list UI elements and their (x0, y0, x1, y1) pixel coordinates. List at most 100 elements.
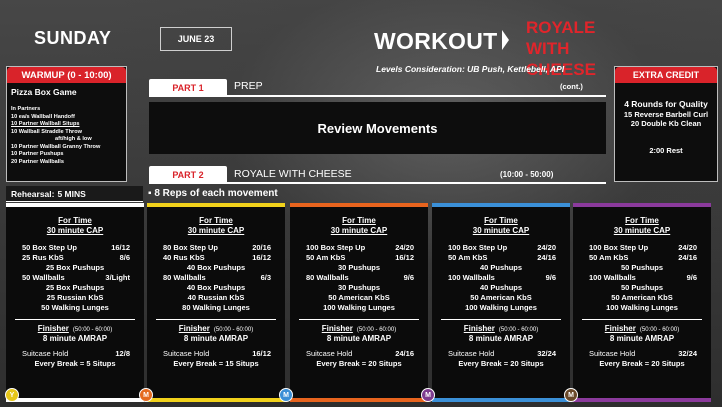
exercise-weight: 16/12 (395, 253, 414, 262)
exercise-row: 100 Box Step Up 24/20 (573, 243, 711, 253)
extra-credit-line: 20 Double Kb Clean (630, 119, 702, 128)
exercise-name: 50 American KbS (611, 293, 673, 302)
exercise-row: 100 Walking Lunges (432, 303, 570, 313)
warmup-line: aft/high & low (55, 136, 92, 142)
suitcase-block: Suitcase Hold 24/16 Every Break = 20 Situ… (290, 349, 428, 369)
exercise-name: 50 Am KbS (306, 253, 346, 262)
finisher-heading: Finisher (50:00 - 60:00) (573, 324, 711, 333)
break-penalty: Every Break = 20 Situps (599, 359, 685, 368)
exercise-list: 100 Box Step Up 24/20 50 Am KbS 24/16 50 Pus… (573, 243, 711, 313)
exercise-weight: 24/16 (537, 253, 556, 262)
exercise-row: 40 Russian KbS (147, 293, 285, 303)
finisher-heading: Finisher (50:00 - 60:00) (147, 324, 285, 333)
break-penalty: Every Break = 5 Situps (34, 359, 116, 368)
finisher-label: Finisher (604, 324, 636, 333)
exercise-list: 100 Box Step Up 24/20 50 Am KbS 24/16 40 Pus… (432, 243, 570, 313)
suitcase-block: Suitcase Hold 16/12 Every Break = 15 Situ… (147, 349, 285, 369)
column-title: For Time (199, 216, 233, 225)
exercise-list: 50 Box Step Up 16/12 25 Rus KbS 8/6 25 Box P… (6, 243, 144, 313)
warmup-line: 10 ea/s Wallball Handoff (11, 113, 75, 120)
exercise-name: 40 Box Pushups (186, 263, 246, 272)
exercise-name: 50 Box Step Up (22, 243, 78, 252)
exercise-row: 80 Wallballs 9/6 (290, 273, 428, 283)
exercise-name: 40 Pushups (479, 263, 523, 272)
exercise-name: 100 Walking Lunges (323, 303, 395, 312)
finisher-time: (50:00 - 60:00) (356, 327, 397, 333)
exercise-name: 25 Box Pushups (45, 263, 105, 272)
column-bottom-bar (290, 398, 428, 402)
exercise-name: 100 Box Step Up (448, 243, 508, 252)
exercise-weight: 9/6 (686, 273, 697, 282)
day-title: SUNDAY (34, 28, 112, 48)
extra-credit-rest: 2:00 Rest (649, 146, 683, 155)
levels-consideration: Levels Consideration: UB Push, Kettlebel… (376, 64, 565, 74)
level-column: For Time 30 minute CAP 80 Box Step Up 20/… (147, 203, 285, 402)
extra-credit-panel: EXTRA CREDIT 4 Rounds for Quality 15 Rev… (614, 66, 718, 182)
warmup-line: 10 Partner Wallball Granny Throw (11, 143, 101, 150)
part1-tab: PART 1 (149, 79, 227, 96)
part2-label: ROYALE WITH CHEESE (234, 168, 352, 180)
exercise-row: 25 Box Pushups (6, 263, 144, 273)
extra-credit-tab: EXTRA CREDIT (615, 67, 717, 83)
finisher-divider (582, 319, 702, 320)
exercise-row: 100 Box Step Up 24/20 (290, 243, 428, 253)
exercise-weight: 24/16 (678, 253, 697, 262)
suitcase-label: Suitcase Hold (163, 349, 210, 358)
exercise-row: 100 Box Step Up 24/20 (432, 243, 570, 253)
exercise-weight: 20/16 (252, 243, 271, 252)
finisher-amrap: 8 minute AMRAP (326, 334, 392, 343)
extra-credit-body: 4 Rounds for Quality 15 Reverse Barbell … (615, 99, 717, 155)
finisher-label: Finisher (321, 324, 353, 333)
column-bottom-bar (147, 398, 285, 402)
break-penalty: Every Break = 20 Situps (316, 359, 402, 368)
exercise-name: 100 Walking Lunges (606, 303, 678, 312)
column-cap: 30 minute CAP (187, 226, 245, 235)
exercise-name: 50 American KbS (470, 293, 532, 302)
exercise-name: 30 Pushups (337, 283, 381, 292)
exercise-list: 100 Box Step Up 24/20 50 Am KbS 16/12 30 Pus… (290, 243, 428, 313)
finisher-time: (50:00 - 60:00) (72, 327, 113, 333)
warmup-list: In Partners 10 ea/s Wallball Handoff 10 … (11, 106, 126, 166)
exercise-row: 50 American KbS (573, 293, 711, 303)
finisher-time: (50:00 - 60:00) (498, 327, 539, 333)
warmup-panel: WARMUP (0 - 10:00) Pizza Box Game In Par… (6, 66, 127, 182)
exercise-weight: 8/6 (119, 253, 130, 262)
part1-label: PREP (234, 80, 263, 92)
exercise-name: 25 Box Pushups (45, 283, 105, 292)
suitcase-label: Suitcase Hold (22, 349, 69, 358)
exercise-row: 30 Pushups (290, 263, 428, 273)
exercise-row: 50 Am KbS 24/16 (432, 253, 570, 263)
exercise-row: 40 Box Pushups (147, 263, 285, 273)
rehearsal-bar: Rehearsal: 5 MINS (6, 186, 143, 202)
part2-divider (149, 182, 606, 184)
exercise-row: 40 Pushups (432, 263, 570, 273)
finisher-label: Finisher (37, 324, 69, 333)
exercise-name: 25 Russian KbS (46, 293, 104, 302)
finisher-time: (50:00 - 60:00) (639, 327, 680, 333)
column-cap: 30 minute CAP (46, 226, 104, 235)
suitcase-row: Suitcase Hold 32/24 (573, 349, 711, 359)
finisher-divider (299, 319, 419, 320)
column-bottom-bar (573, 398, 711, 402)
suitcase-block: Suitcase Hold 12/8 Every Break = 5 Situps (6, 349, 144, 369)
column-title: For Time (58, 216, 92, 225)
part1-divider (149, 95, 606, 97)
suitcase-label: Suitcase Hold (448, 349, 495, 358)
finisher-amrap: 8 minute AMRAP (183, 334, 249, 343)
exercise-row: 50 Box Step Up 16/12 (6, 243, 144, 253)
finisher-divider (441, 319, 561, 320)
exercise-row: 50 Pushups (573, 263, 711, 273)
exercise-row: 50 American KbS (290, 293, 428, 303)
exercise-name: 50 Pushups (620, 263, 664, 272)
exercise-name: 100 Wallballs (589, 273, 636, 282)
exercise-name: 40 Russian KbS (187, 293, 245, 302)
reps-note: ▪ 8 Reps of each movement (148, 188, 278, 199)
exercise-row: 30 Pushups (290, 283, 428, 293)
warmup-line: 10 Partner Wallball Situps (11, 121, 80, 127)
exercise-row: 50 Pushups (573, 283, 711, 293)
part1-cont: (cont.) (560, 82, 583, 91)
exercise-row: 50 Walking Lunges (6, 303, 144, 313)
exercise-row: 50 Am KbS 16/12 (290, 253, 428, 263)
exercise-name: 30 Pushups (337, 263, 381, 272)
level-badge-icon: M (139, 388, 153, 402)
